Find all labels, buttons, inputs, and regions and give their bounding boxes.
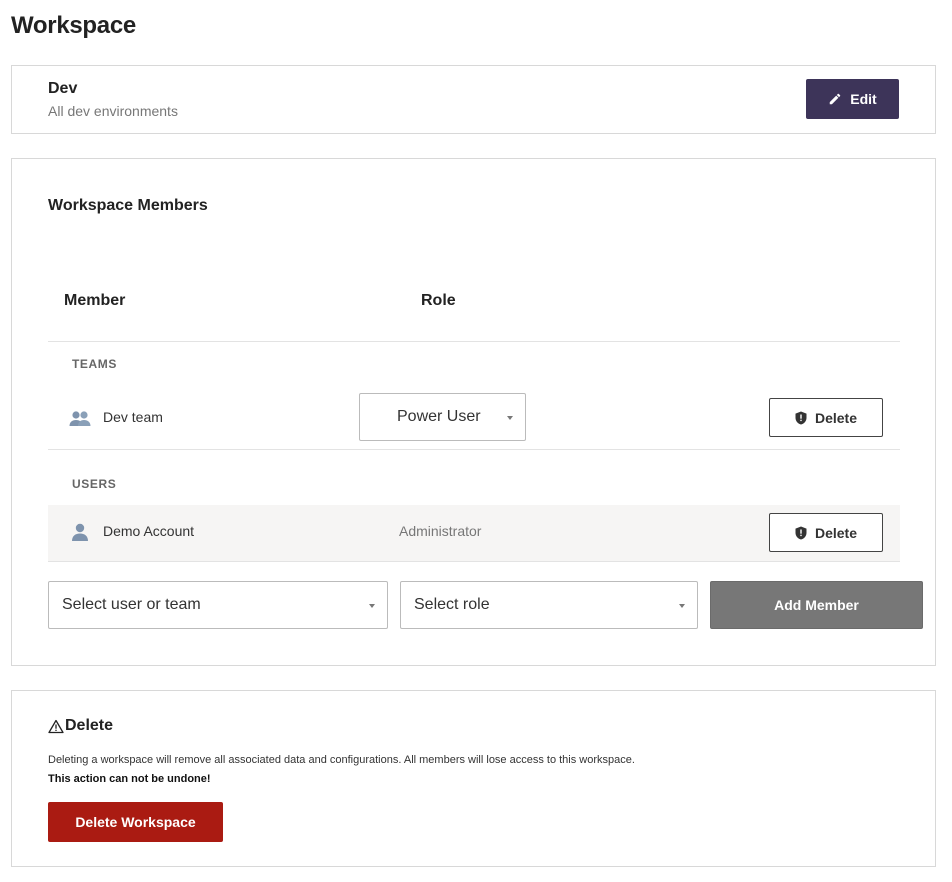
danger-warning: This action can not be undone! [48, 773, 211, 785]
users-group-label: USERS [72, 477, 117, 491]
shield-icon [795, 526, 807, 539]
edit-button-label: Edit [850, 91, 877, 107]
divider [48, 449, 900, 450]
divider [48, 561, 900, 562]
workspace-info-card: Dev All dev environments Edit [11, 65, 936, 134]
delete-user-button[interactable]: Delete [769, 513, 883, 552]
edit-workspace-button[interactable]: Edit [806, 79, 899, 119]
workspace-name: Dev [48, 80, 78, 97]
danger-section-title: Delete [48, 717, 113, 735]
team-role-value: Power User [397, 408, 481, 425]
chevron-down-icon [679, 604, 685, 608]
user-row: Demo Account Administrator Delete [48, 505, 900, 561]
delete-button-label: Delete [814, 409, 858, 426]
workspace-description: All dev environments [48, 103, 178, 119]
add-member-button[interactable]: Add Member [710, 581, 923, 629]
member-select-placeholder: Select user or team [62, 596, 201, 613]
page-title: Workspace [11, 12, 136, 39]
chevron-down-icon [369, 604, 375, 608]
chevron-down-icon [507, 416, 513, 420]
user-role: Administrator [399, 523, 482, 539]
divider [48, 341, 900, 342]
user-name: Demo Account [103, 523, 195, 539]
delete-workspace-card: Delete Deleting a workspace will remove … [11, 690, 936, 867]
pencil-icon [830, 93, 841, 105]
role-column-header: Role [421, 292, 456, 309]
teams-group-label: TEAMS [72, 357, 117, 371]
team-icon [69, 411, 91, 426]
members-section-title: Workspace Members [48, 197, 208, 214]
warning-icon [48, 719, 64, 733]
user-icon [72, 523, 88, 541]
shield-icon [795, 411, 807, 424]
delete-workspace-button[interactable]: Delete Workspace [48, 802, 223, 842]
danger-description: Deleting a workspace will remove all ass… [48, 754, 635, 766]
danger-title-text: Delete [65, 717, 114, 734]
workspace-members-card: Workspace Members Member Role TEAMS Dev … [11, 158, 936, 666]
team-role-select[interactable]: Power User [359, 393, 526, 441]
role-select-placeholder: Select role [414, 596, 490, 613]
member-select[interactable]: Select user or team [48, 581, 388, 629]
team-name: Dev team [103, 409, 163, 425]
delete-team-button[interactable]: Delete [769, 398, 883, 437]
member-column-header: Member [64, 292, 126, 309]
role-select[interactable]: Select role [400, 581, 698, 629]
team-row: Dev team Power User Delete [48, 392, 900, 450]
delete-button-label: Delete [814, 524, 858, 541]
